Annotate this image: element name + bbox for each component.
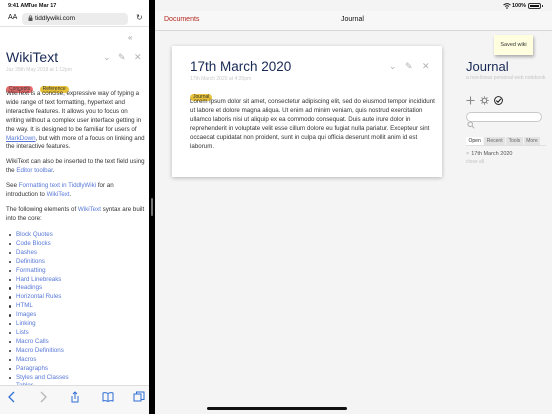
site-title: Journal (466, 59, 509, 74)
status-bar-left: 9:41 AM Tue Mar 17 (0, 0, 149, 11)
close-all-link[interactable]: close all (466, 159, 484, 165)
wikitext-link-2[interactable]: WikiText (78, 206, 101, 213)
see-paragraph: See Formatting text in TiddlyWiki for an… (6, 182, 146, 200)
home-indicator[interactable] (207, 407, 347, 410)
forward-icon[interactable] (37, 391, 49, 403)
tab-more[interactable]: More (523, 137, 541, 145)
close-icon[interactable]: ✕ (134, 52, 142, 63)
share-icon[interactable] (69, 391, 81, 403)
saved-notification: Saved wiki (494, 35, 533, 55)
list-item[interactable]: Macro Calls (9, 338, 69, 347)
lock-icon (28, 15, 33, 21)
wikitext-link[interactable]: WikiText (47, 191, 70, 198)
text-size-button[interactable]: AA (8, 14, 17, 21)
nav-title: Journal (341, 16, 364, 23)
list-item[interactable]: Paragraphs (9, 365, 69, 374)
editor-toolbar-link[interactable]: Editor toolbar (16, 167, 52, 174)
sidebar-tabs: Open Recent Tools More (466, 137, 541, 145)
status-time: 9:41 AM (8, 3, 29, 9)
list-item[interactable]: Definitions (9, 258, 69, 267)
formatting-link[interactable]: Formatting text in TiddlyWiki (19, 182, 96, 189)
list-item[interactable]: Linking (9, 320, 69, 329)
journal-tiddler: 17th March 2020 ⌄ ✎ ✕ 17th March 2020 at… (172, 46, 442, 177)
search-icon[interactable] (467, 121, 475, 129)
tab-open[interactable]: Open (466, 137, 484, 145)
list-item[interactable]: Hard Linebreaks (9, 276, 69, 285)
tiddler-title: 17th March 2020 (190, 59, 292, 74)
see-text-a: See (6, 182, 19, 190)
battery-icon (528, 3, 541, 9)
list-item[interactable]: Formatting (9, 267, 69, 276)
tab-tools[interactable]: Tools (506, 137, 523, 145)
navigation-bar: Documents Journal (155, 11, 552, 31)
tiddler-body: WikiText is a concise, expressive way of… (6, 90, 146, 230)
list-item[interactable]: Dashes (9, 249, 69, 258)
url-text: tiddlywiki.com (35, 15, 76, 22)
battery-percent: 100% (512, 3, 527, 9)
open-tiddler-item[interactable]: × 17th March 2020 (466, 151, 513, 157)
safari-pane: 9:41 AM Tue Mar 17 AA tiddlywiki.com ↻ «… (0, 0, 149, 414)
status-bar-right: 100% (155, 0, 552, 11)
intro-text-a: WikiText is a concise, expressive way of… (6, 90, 142, 133)
tiddler-controls: ⌄ ✎ ✕ (103, 52, 145, 64)
wifi-icon (503, 3, 511, 9)
split-view-screen: 9:41 AM Tue Mar 17 AA tiddlywiki.com ↻ «… (0, 0, 552, 414)
close-icon[interactable]: ✕ (422, 61, 430, 72)
new-tiddler-icon[interactable] (466, 96, 475, 105)
address-bar: AA tiddlywiki.com ↻ (0, 11, 149, 27)
list-item[interactable]: HTML (9, 302, 69, 311)
site-subtitle: a non-linear personal web notebook (466, 75, 546, 81)
divider-grip[interactable] (151, 198, 153, 216)
bookmarks-icon[interactable] (102, 391, 114, 403)
edit-icon[interactable]: ✎ (405, 61, 413, 72)
back-icon[interactable] (6, 391, 18, 403)
intro-paragraph: WikiText is a concise, expressive way of… (6, 90, 146, 152)
documents-back-button[interactable]: Documents (164, 16, 199, 23)
elements-list: Block Quotes Code Blocks Dashes Definiti… (9, 231, 69, 391)
save-wiki-icon[interactable] (494, 96, 503, 105)
list-item[interactable]: Styles and Classes (9, 374, 69, 383)
more-actions-icon[interactable]: ⌄ (389, 61, 397, 72)
tiddler-tags: Concepts Reference (6, 77, 71, 93)
more-actions-icon[interactable]: ⌄ (103, 52, 111, 63)
close-item-icon[interactable]: × (466, 151, 469, 157)
list-item[interactable]: Macro Definitions (9, 347, 69, 356)
editor-paragraph: WikiText can also be inserted to the tex… (6, 158, 146, 176)
tiddler-controls: ⌄ ✎ ✕ (389, 61, 433, 73)
tabs-icon[interactable] (133, 391, 145, 403)
list-item[interactable]: Lists (9, 329, 69, 338)
search-input[interactable] (466, 112, 542, 122)
status-date: Tue Mar 17 (28, 3, 57, 9)
page-controls (466, 96, 506, 106)
journal-pane: 100% Documents Journal 17th March 2020 ⌄… (155, 0, 552, 414)
open-item-label: 17th March 2020 (471, 151, 513, 157)
list-item[interactable]: Macros (9, 356, 69, 365)
elements-text-a: The following elements of (6, 205, 78, 213)
edit-icon[interactable]: ✎ (118, 52, 126, 63)
sidebar-toggle-icon[interactable]: « (128, 33, 132, 42)
battery-tip (542, 5, 543, 7)
list-item[interactable]: Headings (9, 284, 69, 293)
elements-paragraph: The following elements of WikiText synta… (6, 206, 146, 224)
reload-icon[interactable]: ↻ (136, 13, 143, 22)
list-item[interactable]: Images (9, 311, 69, 320)
editor-text-b: . (52, 167, 55, 175)
list-item[interactable]: Block Quotes (9, 231, 69, 240)
tiddler-subtitle: 17th March 2020 at 4:20pm (190, 76, 252, 82)
see-text-c: . (69, 191, 72, 199)
list-item[interactable]: Code Blocks (9, 240, 69, 249)
markdown-link[interactable]: MarkDown (6, 135, 36, 142)
tab-recent[interactable]: Recent (484, 137, 506, 145)
safari-toolbar (0, 385, 149, 414)
tiddler-title: WikiText (6, 49, 59, 65)
list-item[interactable]: Horizontal Rules (9, 293, 69, 302)
tiddler-subtitle: Jaz 28th May 2018 at 1:12pm (6, 67, 72, 73)
control-panel-icon[interactable] (480, 96, 489, 105)
tabs-divider (466, 145, 546, 146)
tiddler-body: Lorem ipsum dolor sit amet, consectetur … (190, 98, 435, 150)
